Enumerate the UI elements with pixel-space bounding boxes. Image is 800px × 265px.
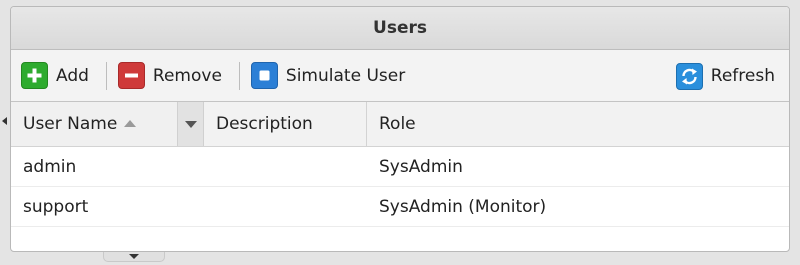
toolbar-separator xyxy=(238,61,240,90)
refresh-label: Refresh xyxy=(710,66,775,86)
add-button[interactable]: Add xyxy=(19,59,91,93)
chevron-down-icon xyxy=(129,254,139,259)
simulate-user-button[interactable]: Simulate User xyxy=(249,59,407,93)
column-header-username-label: User Name xyxy=(23,114,118,134)
cell-role: SysAdmin xyxy=(379,156,463,177)
add-label: Add xyxy=(56,65,89,86)
toolbar: Add Remove Simulate User Refresh xyxy=(11,50,789,102)
grid-header: User Name Description Role xyxy=(11,102,789,147)
chevron-down-icon xyxy=(184,120,197,128)
remove-button[interactable]: Remove xyxy=(116,59,224,93)
grid-body: admin SysAdmin support SysAdmin (Monitor… xyxy=(11,147,789,227)
sort-ascending-icon xyxy=(124,119,137,127)
column-header-role-label: Role xyxy=(379,114,416,134)
panel-title: Users xyxy=(373,18,427,38)
table-row[interactable]: admin SysAdmin xyxy=(11,147,789,187)
cell-username: support xyxy=(23,196,89,217)
remove-label: Remove xyxy=(152,65,222,86)
chevron-left-icon xyxy=(1,117,7,125)
minus-icon xyxy=(117,62,145,89)
collapse-bottom-handle[interactable] xyxy=(103,252,165,262)
square-icon xyxy=(250,62,278,89)
plus-icon xyxy=(21,62,48,89)
column-header-description-label: Description xyxy=(216,114,313,134)
toolbar-separator xyxy=(105,61,107,90)
panel-header: Users xyxy=(11,7,789,50)
refresh-button[interactable]: Refresh xyxy=(674,59,777,93)
column-menu-button[interactable] xyxy=(177,102,204,146)
column-header-username[interactable]: User Name xyxy=(11,102,177,146)
refresh-icon xyxy=(675,62,703,90)
cell-role: SysAdmin (Monitor) xyxy=(379,196,547,217)
table-row[interactable]: support SysAdmin (Monitor) xyxy=(11,187,789,227)
collapse-left-handle[interactable] xyxy=(0,101,8,141)
column-header-description[interactable]: Description xyxy=(204,102,367,146)
column-header-role[interactable]: Role xyxy=(367,102,789,146)
users-panel: Users Add Remove Simulate User Refresh U… xyxy=(10,6,790,252)
simulate-user-label: Simulate User xyxy=(285,65,406,86)
cell-username: admin xyxy=(23,156,77,177)
